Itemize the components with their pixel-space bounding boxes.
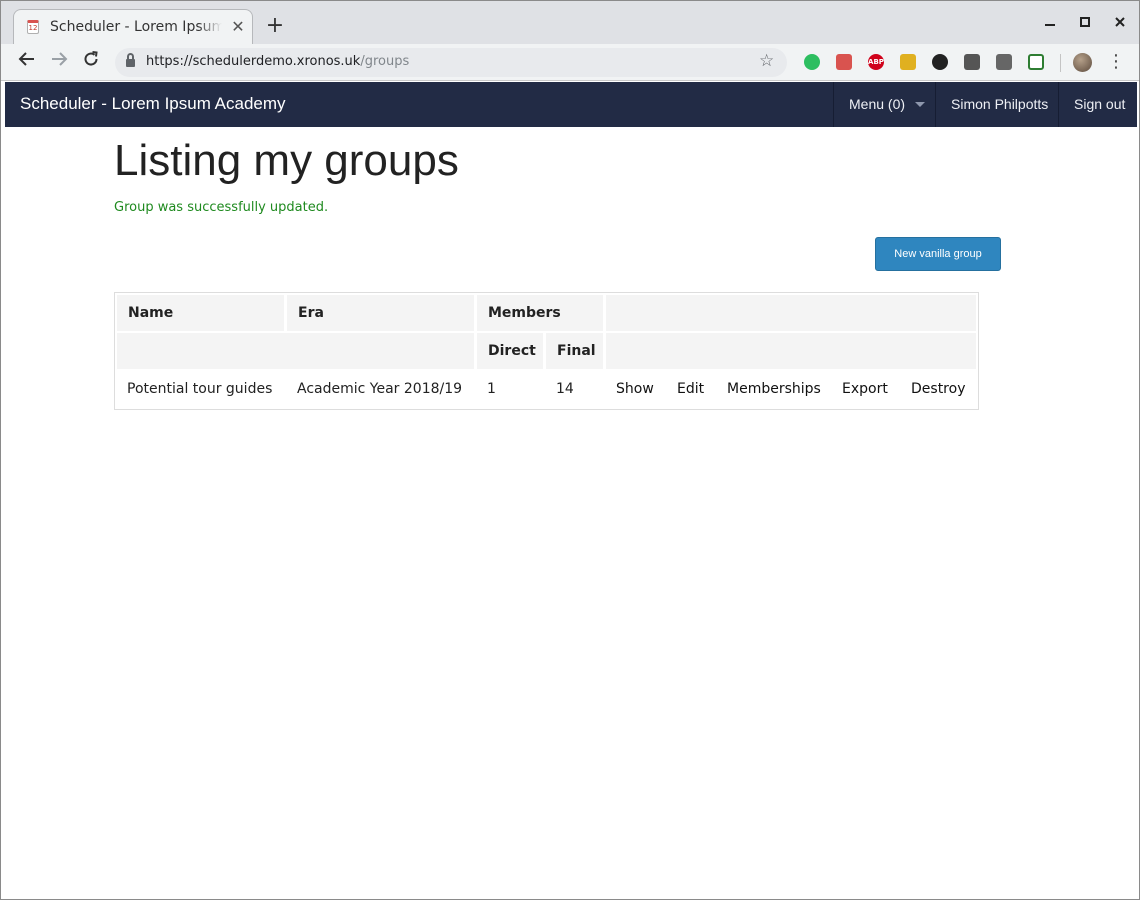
header-final-label: Final xyxy=(557,343,596,359)
header-direct: Direct xyxy=(477,333,543,369)
tab-strip: 12 Scheduler - Lorem Ipsum Academy ✕ + xyxy=(1,1,1139,44)
header-subrow-blank xyxy=(117,333,474,369)
new-tab-button[interactable]: + xyxy=(263,15,287,39)
header-era-label: Era xyxy=(298,305,324,321)
sign-out-link[interactable]: Sign out xyxy=(1058,82,1137,127)
header-name: Name xyxy=(117,295,284,331)
bookmark-star-icon[interactable]: ☆ xyxy=(759,51,774,71)
user-name-link[interactable]: Simon Philpotts xyxy=(935,82,1059,127)
screenshot-extension-icon[interactable] xyxy=(1028,54,1044,70)
browser-tab[interactable]: 12 Scheduler - Lorem Ipsum Academy ✕ xyxy=(13,9,253,44)
success-notice: Group was successfully updated. xyxy=(114,200,329,215)
adblock-plus-icon[interactable]: ABP xyxy=(868,54,884,70)
header-members: Members xyxy=(477,295,603,331)
menu-label: Menu (0) xyxy=(849,96,906,112)
header-era: Era xyxy=(287,295,474,331)
gnome-extension-icon[interactable] xyxy=(932,54,948,70)
minimize-window-icon[interactable] xyxy=(1040,13,1060,33)
maximize-window-icon[interactable] xyxy=(1075,13,1095,33)
menu-dropdown[interactable]: Menu (0) xyxy=(833,82,935,127)
header-direct-label: Direct xyxy=(488,343,536,359)
caret-down-icon xyxy=(915,101,926,107)
final-members-cell: 14 xyxy=(556,381,574,397)
header-members-label: Members xyxy=(488,305,561,321)
mail-extension-icon[interactable] xyxy=(996,54,1012,70)
header-name-label: Name xyxy=(128,305,174,321)
app-navbar: Scheduler - Lorem Ipsum Academy Menu (0)… xyxy=(5,82,1137,127)
tampermonkey-extension-icon[interactable] xyxy=(836,54,852,70)
url-text[interactable]: https://schedulerdemo.xronos.uk/groups xyxy=(146,54,409,69)
show-link[interactable]: Show xyxy=(616,381,654,397)
new-vanilla-group-button[interactable]: New vanilla group xyxy=(875,237,1001,271)
profile-avatar[interactable] xyxy=(1073,53,1092,72)
toolbar-divider xyxy=(1060,54,1061,72)
group-era-cell: Academic Year 2018/19 xyxy=(297,381,463,397)
reload-icon[interactable] xyxy=(79,50,103,74)
browser-toolbar: https://schedulerdemo.xronos.uk/groups ☆… xyxy=(1,44,1139,81)
browser-window: 12 Scheduler - Lorem Ipsum Academy ✕ + h… xyxy=(0,0,1140,900)
header-subrow-actions xyxy=(606,333,976,369)
url-path: /groups xyxy=(360,54,410,69)
edit-link[interactable]: Edit xyxy=(677,381,704,397)
tab-close-icon[interactable]: ✕ xyxy=(228,17,248,37)
memberships-link[interactable]: Memberships xyxy=(727,381,821,397)
privacy-extension-icon[interactable] xyxy=(964,54,980,70)
house-extension-icon[interactable] xyxy=(900,54,916,70)
export-link[interactable]: Export xyxy=(842,381,888,397)
header-final: Final xyxy=(546,333,603,369)
calendar-favicon-icon: 12 xyxy=(27,20,39,34)
lock-icon xyxy=(126,53,135,68)
group-name-cell: Potential tour guides xyxy=(127,381,273,397)
evernote-extension-icon[interactable] xyxy=(804,54,820,70)
browser-menu-icon[interactable]: ⋮ xyxy=(1107,51,1125,73)
url-host: https://schedulerdemo.xronos.uk xyxy=(146,54,361,69)
direct-members-cell: 1 xyxy=(487,381,496,397)
close-window-icon[interactable] xyxy=(1110,13,1130,33)
destroy-link[interactable]: Destroy xyxy=(911,381,965,397)
groups-table: Name Era Members Direct Final Potential … xyxy=(114,292,979,410)
back-arrow-icon[interactable] xyxy=(15,50,39,74)
app-brand[interactable]: Scheduler - Lorem Ipsum Academy xyxy=(20,94,286,114)
page-title: Listing my groups xyxy=(114,136,459,185)
address-bar[interactable]: https://schedulerdemo.xronos.uk/groups ☆ xyxy=(115,48,787,77)
tab-title: Scheduler - Lorem Ipsum Academy xyxy=(50,19,222,35)
forward-arrow-icon[interactable] xyxy=(47,50,71,74)
header-actions xyxy=(606,295,976,331)
